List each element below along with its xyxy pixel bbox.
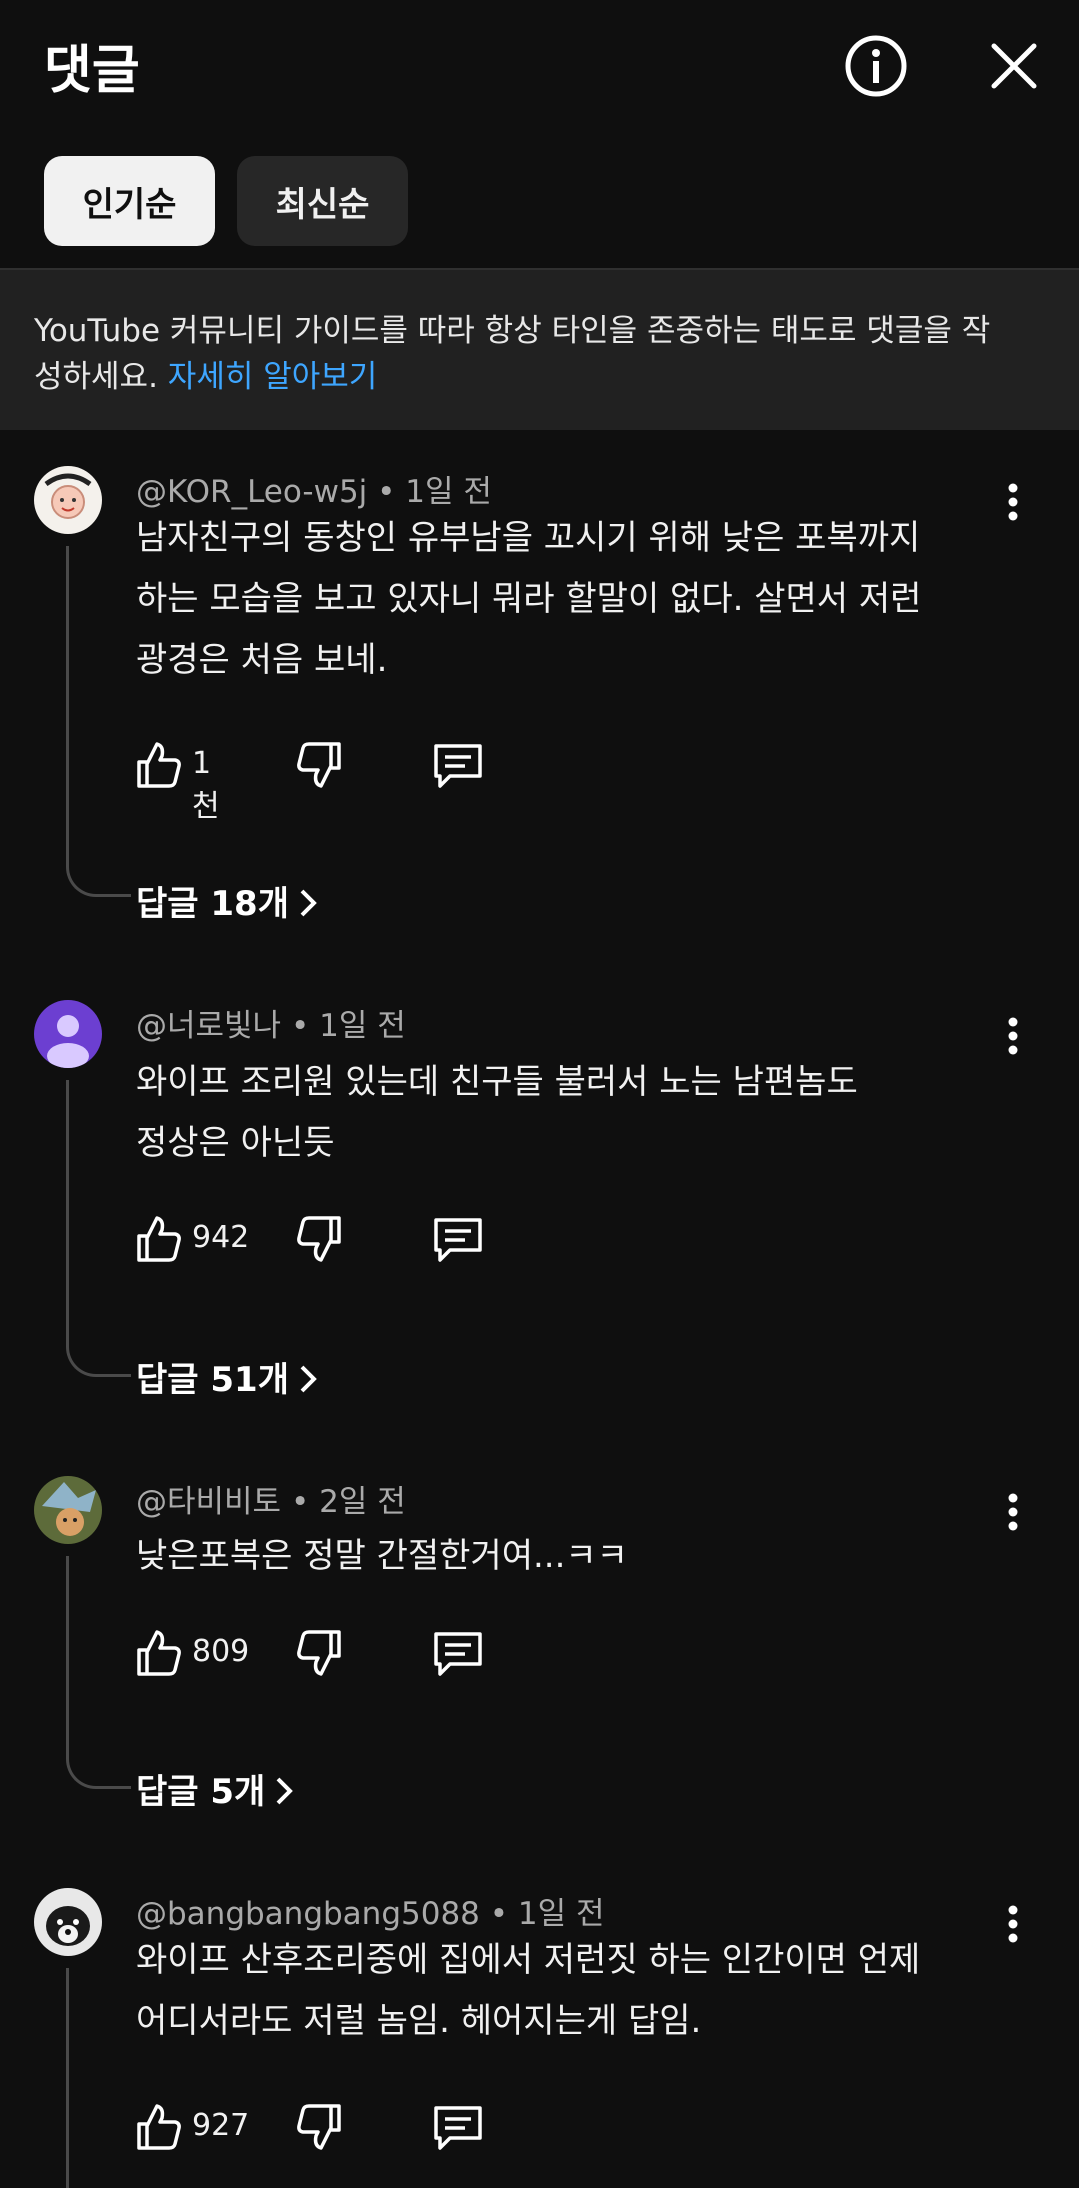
like-icon[interactable] [136,1628,182,1678]
like-count: 809 [192,1634,250,1669]
community-guidelines-banner: YouTube 커뮤니티 가이드를 따라 항상 타인을 존중하는 태도로 댓글을… [0,268,1079,430]
reply-icon[interactable] [432,1630,484,1678]
more-options-icon[interactable] [996,1902,1030,1946]
more-options-icon[interactable] [996,1490,1030,1534]
thread-line [66,1080,131,1377]
reply-icon[interactable] [432,1216,484,1264]
comment-line: 어디서라도 저럴 놈임. 헤어지는게 답임. [136,2001,702,2041]
replies-label: 답글 5개 [136,1772,266,1812]
comment-time: 2일 전 [319,1484,406,1520]
comment-text: 낮은포복은 정말 간절한거여...ㅋㅋ [136,1526,996,1587]
avatar[interactable] [34,1476,102,1544]
more-options-icon[interactable] [996,1014,1030,1058]
comments-header: 댓글 [0,0,1079,130]
comment-author[interactable]: @타비비토 [136,1484,281,1520]
info-icon[interactable] [844,34,908,98]
comment-author[interactable]: @bangbangbang5088 [136,1896,480,1932]
tab-newest[interactable]: 최신순 [237,156,408,246]
chevron-right-icon [273,1775,295,1816]
page-title: 댓글 [44,41,140,101]
comment-meta: @너로빛나 • 1일 전 [136,1008,406,1044]
chevron-right-icon [297,887,319,928]
avatar[interactable] [34,466,102,534]
comment-line: 낮은포복은 정말 간절한거여...ㅋㅋ [136,1536,628,1576]
guidelines-text: YouTube 커뮤니티 가이드를 따라 항상 타인을 존중하는 태도로 댓글을… [34,308,1014,400]
avatar[interactable] [34,1888,102,1956]
avatar[interactable] [34,1000,102,1068]
dislike-icon[interactable] [294,1628,342,1678]
like-count: 1천 [192,746,220,824]
reply-icon[interactable] [432,2104,484,2152]
comment-line: 와이프 산후조리중에 집에서 저런짓 하는 인간이면 언제 [136,1940,921,1980]
like-count: 927 [192,2108,250,2143]
comment-time: 1일 전 [319,1008,406,1044]
comment-time: 1일 전 [517,1896,605,1932]
comment-line: 하는 모습을 보고 있자니 뭐라 할말이 없다. 살면서 저런 [136,579,922,619]
comment-line: 와이프 조리원 있는데 친구들 불러서 노는 남편놈도 [136,1062,858,1102]
comment-line: 광경은 처음 보네. [136,640,388,680]
comment-author[interactable]: @너로빛나 [136,1008,281,1044]
dislike-icon[interactable] [294,1214,342,1264]
view-replies-button[interactable]: 답글 51개 [136,1352,319,1404]
comment-line: 정상은 아닌듯 [136,1123,335,1163]
comment-text: 와이프 산후조리중에 집에서 저런짓 하는 인간이면 언제 어디서라도 저럴 놈… [136,1930,996,2052]
comment-text: 와이프 조리원 있는데 친구들 불러서 노는 남편놈도 정상은 아닌듯 [136,1052,996,1174]
tab-popular[interactable]: 인기순 [44,156,215,246]
view-replies-button[interactable]: 답글 5개 [136,1764,295,1816]
like-icon[interactable] [136,2102,182,2152]
reply-icon[interactable] [432,742,484,790]
comment-time: 1일 전 [405,474,492,510]
close-icon[interactable] [982,34,1046,98]
comment-meta: @타비비토 • 2일 전 [136,1484,406,1520]
replies-label: 답글 51개 [136,1360,289,1400]
comment-meta: @bangbangbang5088 • 1일 전 [136,1896,605,1932]
like-icon[interactable] [136,1214,182,1264]
thread-line [66,546,131,897]
comment-line: 남자친구의 동창인 유부남을 꼬시기 위해 낮은 포복까지 [136,518,921,558]
view-replies-button[interactable]: 답글 18개 [136,876,319,928]
comment-meta: @KOR_Leo-w5j • 1일 전 [136,474,492,510]
comment-author[interactable]: @KOR_Leo-w5j [136,474,367,510]
like-icon[interactable] [136,740,182,790]
more-options-icon[interactable] [996,480,1030,524]
dislike-icon[interactable] [294,2102,342,2152]
thread-line [66,1968,131,2188]
replies-label: 답글 18개 [136,884,289,924]
thread-line [66,1556,131,1789]
chevron-right-icon [297,1363,319,1404]
like-count: 942 [192,1220,250,1255]
dislike-icon[interactable] [294,740,342,790]
comment-text: 남자친구의 동창인 유부남을 꼬시기 위해 낮은 포복까지 하는 모습을 보고 … [136,508,996,691]
learn-more-link[interactable]: 자세히 알아보기 [168,359,378,395]
